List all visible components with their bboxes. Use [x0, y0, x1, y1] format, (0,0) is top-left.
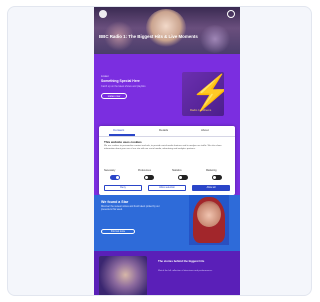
- cookie-consent-dialog: Consent Details About This website uses …: [99, 126, 235, 195]
- consent-toggles: Necessary Preferences Statistics Marketi…: [104, 169, 230, 183]
- artist-portrait[interactable]: [189, 195, 229, 245]
- logo-icon[interactable]: [99, 10, 107, 18]
- toggle-statistics[interactable]: Statistics: [172, 169, 194, 183]
- preview-card: BBC Radio 1: The Biggest Hits & Live Mom…: [7, 6, 312, 296]
- mobile-screenshot: BBC Radio 1: The Biggest Hits & Live Mom…: [94, 7, 240, 295]
- toggle-label: Marketing: [206, 169, 217, 172]
- hero-image-performer: [146, 9, 186, 47]
- menu-icon[interactable]: [227, 10, 235, 18]
- listen-button[interactable]: Listen now: [101, 93, 127, 99]
- consent-heading: This website uses cookies: [104, 140, 142, 144]
- story-image[interactable]: [99, 256, 147, 295]
- toggle-switch[interactable]: [178, 175, 188, 180]
- toggle-switch[interactable]: [144, 175, 154, 180]
- toggle-marketing[interactable]: Marketing: [206, 169, 228, 183]
- consent-buttons: Deny Allow selection Allow all: [104, 185, 230, 192]
- tab-about[interactable]: About: [201, 128, 209, 132]
- feature-section: We found a Star Discover the newest voic…: [94, 195, 240, 251]
- story-text: Watch the full collection of interviews …: [158, 270, 213, 272]
- portrait-face: [197, 201, 221, 227]
- hero-banner: BBC Radio 1: The Biggest Hits & Live Mom…: [94, 7, 240, 54]
- toggle-switch[interactable]: [212, 175, 222, 180]
- promo-section: Listen Something Special Here Catch up o…: [94, 54, 240, 126]
- tab-consent[interactable]: Consent: [113, 128, 124, 132]
- story-section: The stories behind the biggest hits Watc…: [94, 251, 240, 295]
- allow-all-button[interactable]: Allow all: [192, 185, 230, 191]
- toggle-preferences[interactable]: Preferences: [138, 169, 160, 183]
- tab-details[interactable]: Details: [159, 128, 168, 132]
- promo-kicker: Listen: [101, 74, 110, 78]
- hero-image-crowd: [199, 25, 231, 53]
- toggle-switch[interactable]: [110, 175, 120, 180]
- deny-button[interactable]: Deny: [104, 185, 142, 191]
- feature-text: Discover the newest voices and fresh tal…: [101, 206, 160, 211]
- feature-title: We found a Star: [101, 200, 129, 204]
- consent-tabs: Consent Details About: [99, 126, 235, 137]
- allow-selection-button[interactable]: Allow selection: [148, 185, 186, 191]
- toggle-label: Preferences: [138, 169, 151, 172]
- hero-title: BBC Radio 1: The Biggest Hits & Live Mom…: [99, 34, 198, 39]
- toggle-label: Necessary: [104, 169, 116, 172]
- find-out-more-button[interactable]: Find out more: [101, 229, 135, 234]
- promo-text: Catch up on the latest shows and playlis…: [101, 85, 146, 88]
- consent-body: We use cookies to personalise content an…: [104, 145, 222, 150]
- promo-artwork[interactable]: ⚡ Radio 1 Anthems: [182, 72, 224, 116]
- artwork-tag: Radio 1 Anthems: [190, 108, 212, 112]
- toggle-necessary[interactable]: Necessary: [104, 169, 126, 183]
- toggle-label: Statistics: [172, 169, 182, 172]
- lightning-bolt-icon: ⚡: [190, 75, 224, 111]
- promo-heading: Something Special Here: [101, 79, 140, 83]
- story-title[interactable]: The stories behind the biggest hits: [158, 259, 236, 264]
- active-tab-indicator: [109, 134, 135, 136]
